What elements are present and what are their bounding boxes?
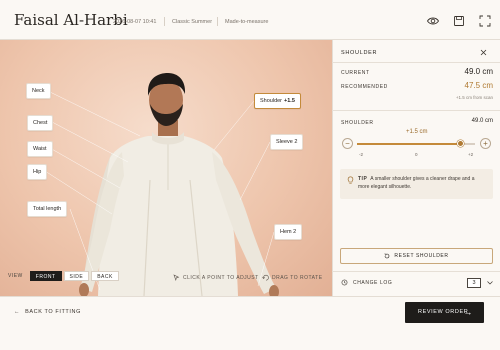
panel-divider	[332, 110, 500, 111]
measure-label: Total length	[33, 206, 62, 212]
arrow-left-icon: ←	[14, 309, 21, 315]
slider-current-value: 49.0 cm	[471, 118, 493, 124]
chevron-down-icon[interactable]	[487, 281, 493, 285]
click-hint: CLICK A POINT TO ADJUST	[183, 275, 259, 281]
back-to-fitting-link[interactable]: ← BACK TO FITTING	[14, 309, 81, 315]
current-label: CURRENT	[341, 70, 370, 76]
header-divider	[164, 17, 165, 26]
measure-label: Hem	[280, 229, 292, 235]
reset-icon	[384, 253, 390, 258]
slider-tick-max: +2	[468, 152, 474, 157]
measure-point-shoulder[interactable]: Shoulder +1.5	[254, 93, 301, 109]
fullscreen-icon[interactable]	[478, 14, 492, 28]
reset-shoulder-button[interactable]: RESET SHOULDER	[340, 248, 493, 264]
order-date: 2026-08-07 10:41	[113, 19, 157, 25]
garment-viewport[interactable]: Neck Chest Waist Hip Total length Should…	[0, 40, 332, 296]
back-label: BACK TO FITTING	[25, 309, 81, 315]
measure-point-neck[interactable]: Neck	[26, 83, 51, 99]
view-side-button[interactable]: SIDE	[63, 271, 90, 281]
view-back-button[interactable]: BACK	[91, 271, 119, 281]
review-order-button[interactable]: REVIEW ORDER →	[405, 302, 484, 323]
measure-point-sleeve[interactable]: Sleeve 2	[270, 134, 304, 150]
reset-label: RESET SHOULDER	[394, 253, 449, 259]
measure-label: Hip	[33, 169, 42, 175]
slider-delta: +1.5 cm	[406, 129, 428, 135]
measure-delta: +1.5	[284, 98, 295, 104]
recommended-value: 47.5 cm	[464, 81, 493, 90]
measure-label: Shoulder	[260, 98, 283, 104]
tip-label: TIP	[358, 176, 368, 182]
change-log-count: 3	[467, 278, 481, 288]
measure-point-hem[interactable]: Hem 2	[274, 224, 303, 240]
drag-hint: DRAG TO ROTATE	[272, 275, 323, 281]
tip-body: A smaller shoulder gives a cleaner drape…	[358, 176, 475, 190]
measure-label: Chest	[33, 120, 48, 126]
measure-point-waist[interactable]: Waist	[27, 141, 53, 157]
lightbulb-icon	[347, 176, 354, 184]
panel-divider	[332, 62, 500, 63]
panel-title: SHOULDER	[341, 50, 378, 56]
view-label: VIEW	[8, 273, 23, 279]
header-divider	[217, 17, 218, 26]
view-front-button[interactable]: FRONT	[29, 271, 62, 281]
header: Faisal Al-Harbi 2026-08-07 10:41 Classic…	[0, 0, 500, 40]
history-icon	[341, 279, 348, 286]
service-type: Made-to-measure	[225, 19, 269, 25]
measure-label: Neck	[32, 88, 45, 94]
measure-label: Sleeve	[276, 139, 293, 145]
slider-fill	[357, 143, 461, 145]
cursor-click-icon	[173, 274, 180, 281]
slider-tick-zero: 0	[415, 152, 418, 157]
eye-icon[interactable]	[426, 14, 440, 28]
current-value: 49.0 cm	[464, 67, 493, 76]
recommended-label: RECOMMENDED	[341, 84, 388, 90]
save-icon[interactable]	[452, 14, 466, 28]
decrease-button[interactable]: −	[342, 138, 353, 149]
slider-thumb[interactable]	[456, 140, 464, 147]
model-figure	[44, 73, 279, 296]
scan-difference: +1.5 cm from scan	[455, 95, 493, 100]
view-switcher: VIEW FRONT SIDE BACK	[8, 271, 121, 281]
measure-point-total-length[interactable]: Total length	[27, 201, 68, 217]
measure-point-hip[interactable]: Hip	[27, 164, 48, 180]
panel-divider	[332, 271, 500, 272]
slider-tick-min: -2	[359, 152, 364, 157]
slider-label: SHOULDER	[341, 120, 374, 126]
customer-name: Faisal Al-Harbi	[14, 11, 128, 29]
measure-count: 2	[294, 139, 298, 145]
app-window: Faisal Al-Harbi 2026-08-07 10:41 Classic…	[0, 0, 500, 350]
review-label: REVIEW ORDER	[418, 309, 469, 315]
tip-box: TIP A smaller shoulder gives a cleaner dr…	[340, 169, 493, 199]
arrow-right-icon: →	[463, 307, 473, 317]
measure-label: Waist	[33, 146, 47, 152]
change-log-label: CHANGE LOG	[353, 280, 393, 286]
measure-point-chest[interactable]: Chest	[27, 115, 54, 131]
rotate-icon	[262, 274, 269, 281]
tip-text: TIP A smaller shoulder gives a cleaner dr…	[358, 175, 486, 191]
measure-count: 2	[293, 229, 297, 235]
close-icon[interactable]	[480, 49, 487, 56]
increase-button[interactable]: +	[480, 138, 491, 149]
collection-name: Classic Summer	[172, 19, 213, 25]
